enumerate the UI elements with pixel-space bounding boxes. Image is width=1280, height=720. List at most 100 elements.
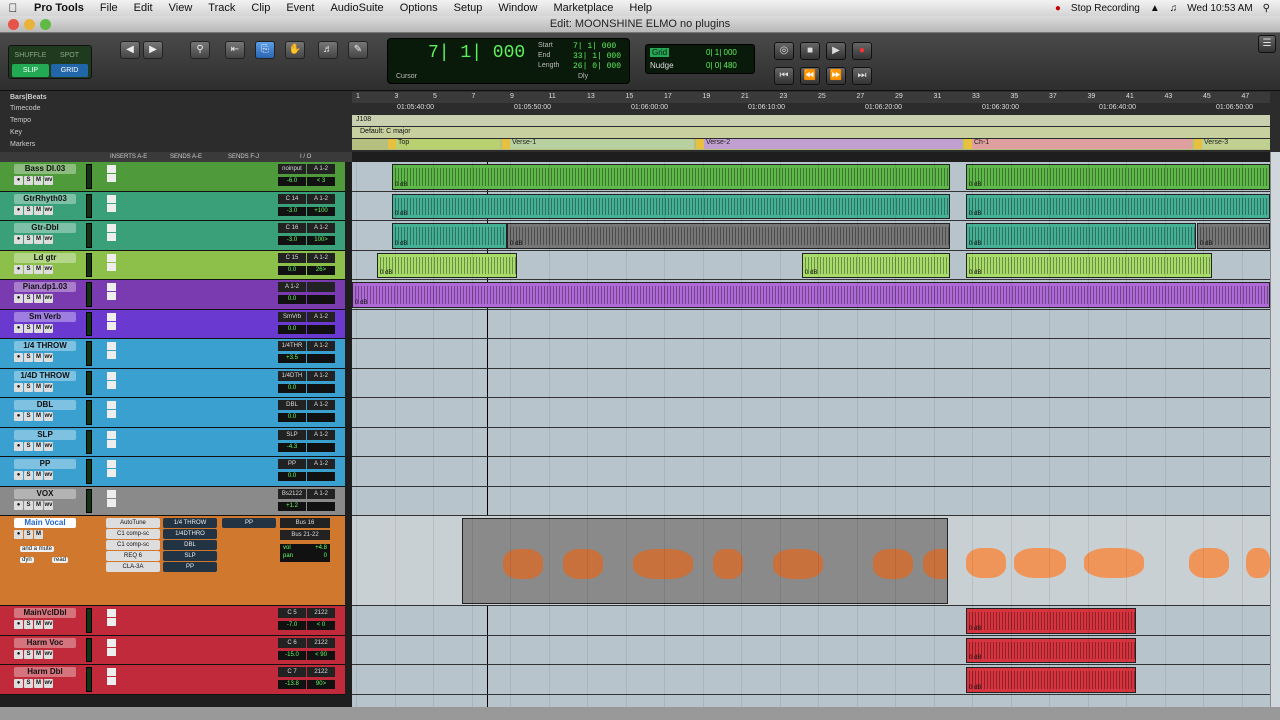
- track-name[interactable]: MainVclDbl: [14, 608, 76, 618]
- trim-tool-icon[interactable]: ⇤: [225, 41, 245, 59]
- plugin-insert[interactable]: CLA-3A: [106, 562, 160, 572]
- track-name[interactable]: Ld gtr: [14, 252, 76, 263]
- nudge-label[interactable]: Nudge: [650, 61, 674, 70]
- insert-slot[interactable]: [107, 498, 116, 507]
- track-volume[interactable]: -15.0: [278, 650, 306, 660]
- track-pan[interactable]: < 0: [307, 621, 335, 630]
- track-name[interactable]: Pian.dp1.03: [14, 282, 76, 292]
- send-slot[interactable]: 1/4DTHRO: [163, 529, 217, 539]
- track-name[interactable]: Harm Dbl: [14, 667, 76, 677]
- track-row[interactable]: 1/4D THROW ● S Mwv 1/4DTH A 1-2 0.0: [0, 368, 345, 398]
- track-name[interactable]: Sm Verb: [14, 311, 76, 322]
- marker-ch-1[interactable]: Ch-1: [964, 139, 1192, 149]
- track-pan[interactable]: [307, 354, 335, 363]
- track-volume[interactable]: -6.0: [278, 177, 306, 186]
- zoom-window-icon[interactable]: [40, 19, 51, 30]
- main-counter[interactable]: 7| 1| 000 Start End Length 7| 1| 000 33|…: [387, 38, 630, 84]
- solo-button[interactable]: S: [24, 353, 33, 362]
- track-lane[interactable]: [352, 339, 1270, 369]
- menu-help[interactable]: Help: [621, 0, 660, 16]
- track-option[interactable]: dyn: [20, 557, 34, 563]
- track-input[interactable]: SLP: [278, 429, 306, 440]
- go-to-end-icon[interactable]: ⏭: [852, 67, 872, 85]
- mute-button[interactable]: M: [34, 382, 43, 392]
- track-name[interactable]: Harm Voc: [14, 637, 76, 648]
- minimize-window-icon[interactable]: [24, 19, 35, 30]
- track-lane[interactable]: 0 dB 0 dB: [352, 192, 1270, 221]
- solo-button[interactable]: S: [24, 294, 33, 303]
- insert-slot[interactable]: [107, 262, 116, 271]
- insert-slot[interactable]: [107, 283, 116, 291]
- bus-bus1[interactable]: Bus 16: [280, 518, 330, 528]
- markers-ruler[interactable]: Top Verse-1 Verse-2 Ch-1 Verse-3: [352, 139, 1270, 150]
- record-button[interactable]: ●: [14, 294, 23, 303]
- view-button[interactable]: wv: [44, 471, 53, 480]
- bus-bus2[interactable]: Bus 21-22: [280, 530, 330, 540]
- record-button[interactable]: ●: [14, 500, 23, 510]
- track-output[interactable]: A 1-2: [307, 341, 335, 351]
- menu-track[interactable]: Track: [200, 0, 243, 16]
- record-button[interactable]: ●: [14, 205, 23, 215]
- view-button[interactable]: wv: [44, 235, 53, 244]
- track-lane[interactable]: 0 dB: [352, 636, 1270, 665]
- insert-slot[interactable]: [107, 489, 116, 498]
- insert-slot[interactable]: [107, 647, 116, 656]
- apple-icon[interactable]: : [0, 1, 26, 15]
- record-button[interactable]: ●: [14, 441, 23, 451]
- stop-icon[interactable]: ■: [800, 42, 820, 60]
- audio-clip[interactable]: 0 dB: [392, 164, 950, 190]
- scrubber-tool-icon[interactable]: ♬: [318, 41, 338, 59]
- view-button[interactable]: wv: [44, 649, 53, 659]
- menu-setup[interactable]: Setup: [446, 0, 491, 16]
- track-volume[interactable]: 0.0: [278, 472, 306, 481]
- solo-button[interactable]: S: [24, 412, 33, 421]
- track-lane[interactable]: 0 dB 0 dB 0 dB 0 dB: [352, 221, 1270, 251]
- audio-clip[interactable]: 0 dB: [352, 282, 1270, 308]
- insert-slot[interactable]: [107, 253, 116, 262]
- insert-slot[interactable]: [107, 469, 116, 477]
- send-slot-extra[interactable]: PP: [222, 518, 276, 528]
- track-output[interactable]: A 1-2: [307, 193, 335, 204]
- insert-slot[interactable]: [107, 609, 116, 617]
- record-button[interactable]: ●: [14, 353, 23, 362]
- track-lane[interactable]: 0 dB: [352, 606, 1270, 636]
- track-lane[interactable]: [352, 457, 1270, 487]
- solo-button[interactable]: S: [24, 176, 33, 185]
- menu-file[interactable]: File: [92, 0, 126, 16]
- mode-slip[interactable]: SLIP: [12, 64, 49, 77]
- mute-button[interactable]: M: [34, 205, 43, 215]
- record-button[interactable]: ●: [14, 323, 23, 333]
- mute-button[interactable]: M: [34, 679, 43, 688]
- mute-button[interactable]: M: [34, 353, 43, 362]
- solo-button[interactable]: S: [24, 471, 33, 480]
- solo-button[interactable]: S: [24, 264, 33, 274]
- track-output[interactable]: A 1-2: [307, 370, 335, 381]
- menu-app[interactable]: Pro Tools: [26, 0, 92, 16]
- track-input[interactable]: PP: [278, 459, 306, 469]
- mode-spot[interactable]: SPOT: [51, 49, 88, 62]
- insert-slot[interactable]: [107, 638, 116, 647]
- track-output[interactable]: A 1-2: [307, 164, 335, 174]
- track-row[interactable]: Harm Dbl ● S Mwv C 7 2122 -13.8 90>: [0, 665, 345, 695]
- record-status-icon[interactable]: ●: [1055, 3, 1061, 14]
- audio-clip[interactable]: 0 dB: [377, 252, 517, 278]
- menu-marketplace[interactable]: Marketplace: [545, 0, 621, 16]
- menu-window[interactable]: Window: [490, 0, 545, 16]
- track-name[interactable]: Gtr-Dbl: [14, 223, 76, 233]
- solo-button[interactable]: S: [24, 323, 33, 333]
- mute-button[interactable]: M: [34, 500, 43, 510]
- track-name[interactable]: GtrRhyth03: [14, 193, 76, 204]
- track-row[interactable]: MainVclDbl ● S Mwv C 5 2122 -7.0 < 0: [0, 606, 345, 636]
- tempo-value[interactable]: J108: [356, 116, 371, 123]
- menu-audiosuite[interactable]: AudioSuite: [322, 0, 391, 16]
- track-input[interactable]: A 1-2: [278, 282, 306, 292]
- send-slot[interactable]: PP: [163, 562, 217, 572]
- insert-slot[interactable]: [107, 380, 116, 389]
- view-button[interactable]: wv: [44, 323, 53, 333]
- audio-clip[interactable]: 0 dB: [1197, 223, 1270, 249]
- send-slot[interactable]: DBL: [163, 540, 217, 550]
- audio-clip[interactable]: 0 dB: [966, 252, 1212, 278]
- pencil-tool-icon[interactable]: ✎: [348, 41, 368, 59]
- record-button[interactable]: ●: [14, 471, 23, 480]
- tempo-label[interactable]: Tempo: [10, 117, 31, 124]
